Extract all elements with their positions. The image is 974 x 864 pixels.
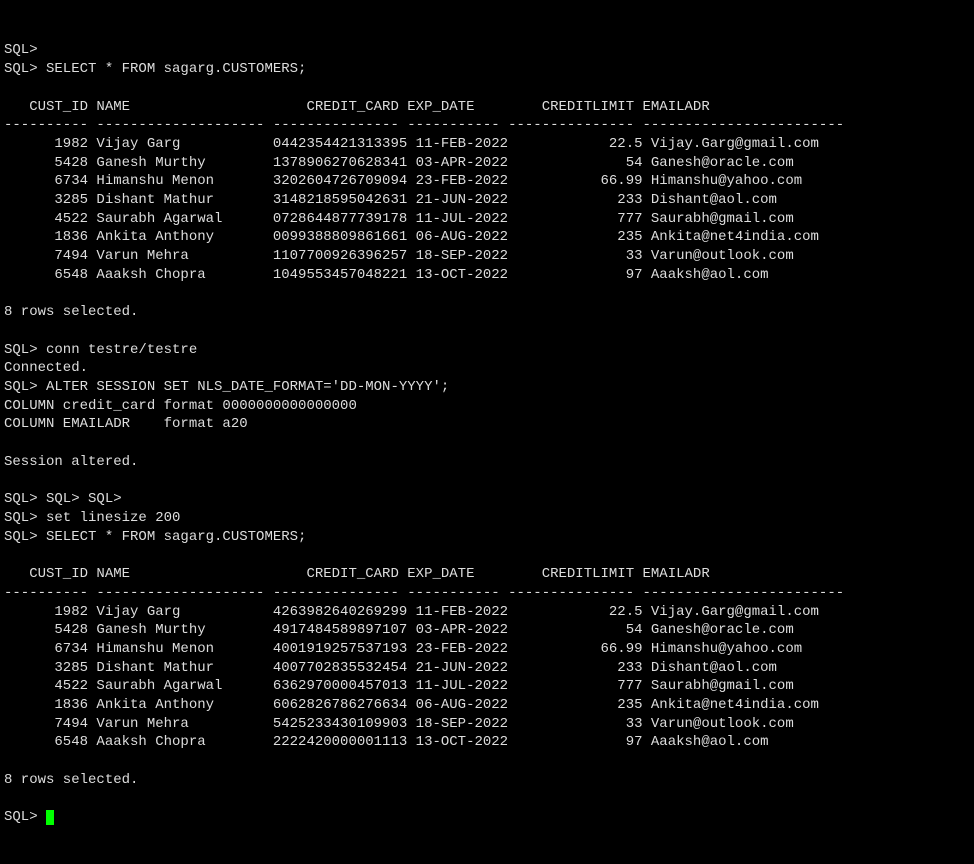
table-row: 1836 Ankita Anthony 0099388809861661 06-… xyxy=(4,229,819,245)
prompt-trunc: SQL> xyxy=(4,42,38,58)
rows-selected-1: 8 rows selected. xyxy=(4,304,138,320)
table-row: 4522 Saurabh Agarwal 6362970000457013 11… xyxy=(4,678,794,694)
rows-selected-2: 8 rows selected. xyxy=(4,772,138,788)
table-row: 5428 Ganesh Murthy 4917484589897107 03-A… xyxy=(4,622,794,638)
cursor-icon xyxy=(46,810,54,825)
table-row: 1982 Vijay Garg 0442354421313395 11-FEB-… xyxy=(4,136,819,152)
table-row: 4522 Saurabh Agarwal 0728644877739178 11… xyxy=(4,211,794,227)
sql-prompt-input[interactable]: SQL> xyxy=(4,809,46,825)
table-row: 3285 Dishant Mathur 4007702835532454 21-… xyxy=(4,660,777,676)
table-row: 6734 Himanshu Menon 3202604726709094 23-… xyxy=(4,173,802,189)
table-row: 6548 Aaaksh Chopra 2222420000001113 13-O… xyxy=(4,734,769,750)
set-linesize: SQL> set linesize 200 xyxy=(4,510,180,526)
table2-header: CUST_ID NAME CREDIT_CARD EXP_DATE CREDIT… xyxy=(4,566,710,582)
table1-sep: ---------- -------------------- --------… xyxy=(4,117,844,133)
table-row: 1982 Vijay Garg 4263982640269299 11-FEB-… xyxy=(4,604,819,620)
table2-sep: ---------- -------------------- --------… xyxy=(4,585,844,601)
table-row: 6734 Himanshu Menon 4001919257537193 23-… xyxy=(4,641,802,657)
table-row: 5428 Ganesh Murthy 1378906270628341 03-A… xyxy=(4,155,794,171)
session-altered: Session altered. xyxy=(4,454,138,470)
conn-status: Connected. xyxy=(4,360,88,376)
conn-cmd: SQL> conn testre/testre xyxy=(4,342,197,358)
table1-header: CUST_ID NAME CREDIT_CARD EXP_DATE CREDIT… xyxy=(4,99,710,115)
column-format-1: COLUMN credit_card format 00000000000000… xyxy=(4,398,357,414)
sql-prompts: SQL> SQL> SQL> xyxy=(4,491,122,507)
table-row: 3285 Dishant Mathur 3148218595042631 21-… xyxy=(4,192,777,208)
table-row: 7494 Varun Mehra 1107700926396257 18-SEP… xyxy=(4,248,794,264)
table-row: 6548 Aaaksh Chopra 1049553457048221 13-O… xyxy=(4,267,769,283)
column-format-2: COLUMN EMAILADR format a20 xyxy=(4,416,248,432)
select-stmt-1: SQL> SELECT * FROM sagarg.CUSTOMERS; xyxy=(4,61,306,77)
select-stmt-2: SQL> SELECT * FROM sagarg.CUSTOMERS; xyxy=(4,529,306,545)
table-row: 1836 Ankita Anthony 6062826786276634 06-… xyxy=(4,697,819,713)
table-row: 7494 Varun Mehra 5425233430109903 18-SEP… xyxy=(4,716,794,732)
alter-session: SQL> ALTER SESSION SET NLS_DATE_FORMAT='… xyxy=(4,379,449,395)
